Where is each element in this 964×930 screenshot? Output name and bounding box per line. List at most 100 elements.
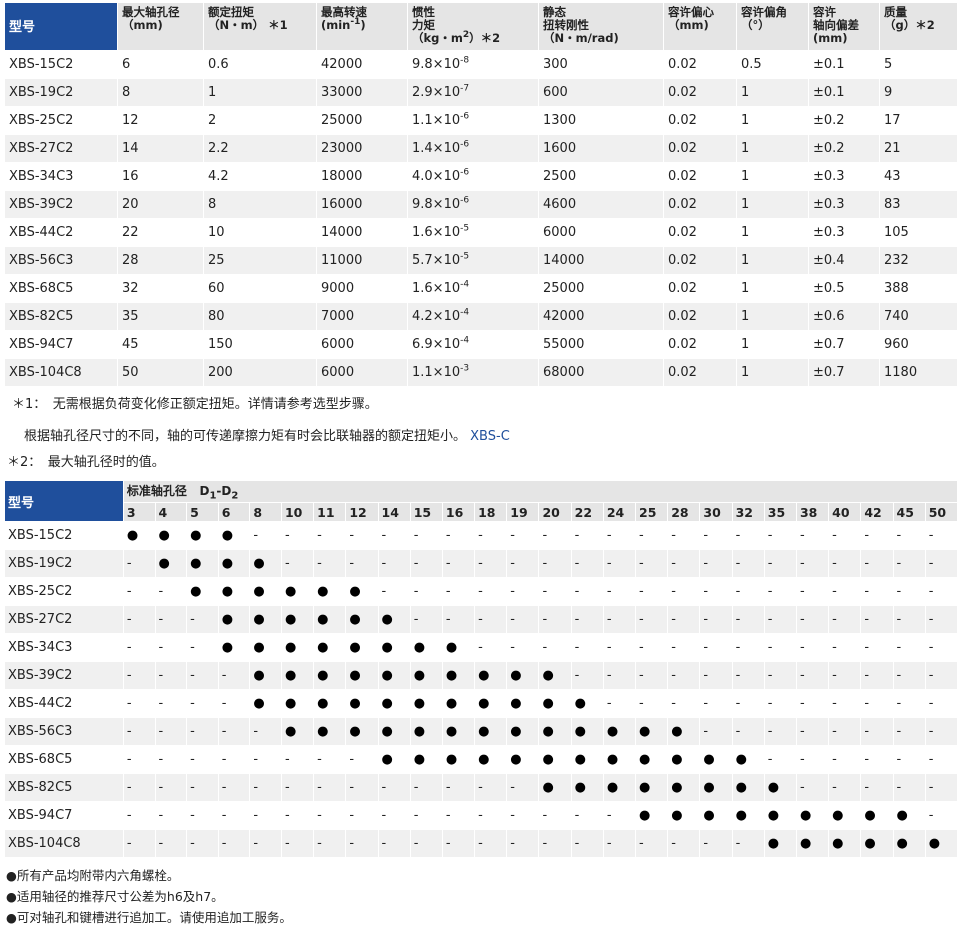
cell-axial: ±0.2 (809, 107, 879, 134)
bore-unavailable-dash: - (539, 606, 571, 634)
bore-unavailable-dash: - (732, 634, 764, 662)
bore-unavailable-dash: - (314, 746, 346, 774)
bore-unavailable-dash: - (218, 718, 250, 746)
bore-unavailable-dash: - (507, 634, 539, 662)
cell-eccentricity: 0.02 (664, 219, 736, 246)
bore-size-header: 8 (250, 503, 281, 522)
bore-unavailable-dash: - (539, 522, 571, 550)
bore-unavailable-dash: - (442, 550, 475, 578)
bore-unavailable-dash: - (603, 550, 636, 578)
bore-unavailable-dash: - (636, 634, 668, 662)
bore-size-header: 16 (442, 503, 475, 522)
bore-unavailable-dash: - (314, 550, 346, 578)
bore-size-header: 4 (155, 503, 187, 522)
cell-eccentricity: 0.02 (664, 275, 736, 302)
cell-angle: 1 (737, 303, 808, 330)
bore-unavailable-dash: - (636, 550, 668, 578)
bore-available-dot: ● (410, 746, 442, 774)
bore-unavailable-dash: - (668, 522, 700, 550)
bore-unavailable-dash: - (442, 830, 475, 858)
bore-unavailable-dash: - (893, 746, 925, 774)
bore-size-header: 3 (123, 503, 155, 522)
cell-mass: 105 (880, 219, 957, 246)
bore-unavailable-dash: - (829, 718, 861, 746)
bore-size-header: 11 (314, 503, 346, 522)
bore-unavailable-dash: - (187, 634, 218, 662)
bore-available-dot: ● (732, 802, 764, 830)
bore-available-dot: ● (410, 718, 442, 746)
cell-speed: 18000 (317, 163, 407, 190)
bore-unavailable-dash: - (861, 634, 893, 662)
bore-unavailable-dash: - (218, 746, 250, 774)
bore-available-dot: ● (410, 662, 442, 690)
cell-max-bore: 14 (118, 135, 203, 162)
cell-angle: 1 (737, 107, 808, 134)
bore-unavailable-dash: - (507, 802, 539, 830)
bore-unavailable-dash: - (155, 634, 187, 662)
bore-unavailable-dash: - (571, 522, 603, 550)
bore-unavailable-dash: - (155, 606, 187, 634)
bore-size-header: 38 (796, 503, 829, 522)
bore-row: XBS-34C3- - - ● ● ● ● ● ● ● ● - - - - - - - - - - - - - - - (5, 634, 957, 662)
bore-unavailable-dash: - (123, 662, 155, 690)
bore-size-header: 28 (668, 503, 700, 522)
bore-available-dot: ● (475, 662, 507, 690)
cell-angle: 1 (737, 79, 808, 106)
bore-unavailable-dash: - (250, 774, 281, 802)
cell-torque: 8 (204, 191, 316, 218)
bore-size-header: 14 (378, 503, 410, 522)
bore-unavailable-dash: - (346, 746, 378, 774)
bore-row: XBS-44C2- - - - ● ● ● ● ● ● ● ● ● ● ● - - - - - - - - - - - (5, 690, 957, 718)
bore-available-dot: ● (346, 634, 378, 662)
bore-unavailable-dash: - (123, 718, 155, 746)
bore-unavailable-dash: - (668, 662, 700, 690)
cell-eccentricity: 0.02 (664, 331, 736, 358)
bore-unavailable-dash: - (796, 774, 829, 802)
bore-cell-model: XBS-15C2 (5, 522, 123, 550)
bore-available-dot: ● (123, 522, 155, 550)
bore-cell-model: XBS-94C7 (5, 802, 123, 830)
bore-unavailable-dash: - (829, 550, 861, 578)
bore-available-dot: ● (378, 690, 410, 718)
bore-unavailable-dash: - (378, 550, 410, 578)
bore-available-dot: ● (250, 634, 281, 662)
bore-available-dot: ● (442, 662, 475, 690)
bore-unavailable-dash: - (861, 522, 893, 550)
bore-unavailable-dash: - (378, 774, 410, 802)
bore-available-dot: ● (187, 550, 218, 578)
bore-available-dot: ● (668, 718, 700, 746)
cell-inertia: 2.9×10-7 (408, 79, 538, 106)
bore-unavailable-dash: - (764, 606, 796, 634)
bore-unavailable-dash: - (475, 802, 507, 830)
cell-mass: 1180 (880, 359, 957, 386)
cell-speed: 23000 (317, 135, 407, 162)
bore-unavailable-dash: - (475, 606, 507, 634)
bore-cell-model: XBS-104C8 (5, 830, 123, 858)
cell-speed: 6000 (317, 331, 407, 358)
bore-unavailable-dash: - (925, 774, 957, 802)
spec-row: XBS-68C5 32 60 9000 1.6×10-4 25000 0.02 1 ±0.5 38… (5, 275, 957, 302)
bore-unavailable-dash: - (700, 830, 732, 858)
cell-axial: ±0.4 (809, 247, 879, 274)
cell-eccentricity: 0.02 (664, 303, 736, 330)
bore-available-dot: ● (603, 774, 636, 802)
cell-model: XBS-82C5 (5, 303, 117, 330)
bore-unavailable-dash: - (603, 522, 636, 550)
bore-unavailable-dash: - (571, 662, 603, 690)
bore-unavailable-dash: - (829, 690, 861, 718)
bore-available-dot: ● (539, 662, 571, 690)
bore-unavailable-dash: - (187, 690, 218, 718)
cell-eccentricity: 0.02 (664, 247, 736, 274)
bore-unavailable-dash: - (123, 802, 155, 830)
bore-available-dot: ● (281, 606, 314, 634)
xbs-c-link[interactable]: XBS-C (470, 429, 510, 444)
bore-unavailable-dash: - (346, 550, 378, 578)
bore-unavailable-dash: - (187, 774, 218, 802)
bore-unavailable-dash: - (732, 830, 764, 858)
cell-mass: 5 (880, 51, 957, 78)
bore-unavailable-dash: - (187, 746, 218, 774)
bore-unavailable-dash: - (700, 578, 732, 606)
bore-available-dot: ● (539, 746, 571, 774)
bore-available-dot: ● (571, 774, 603, 802)
bore-unavailable-dash: - (539, 578, 571, 606)
